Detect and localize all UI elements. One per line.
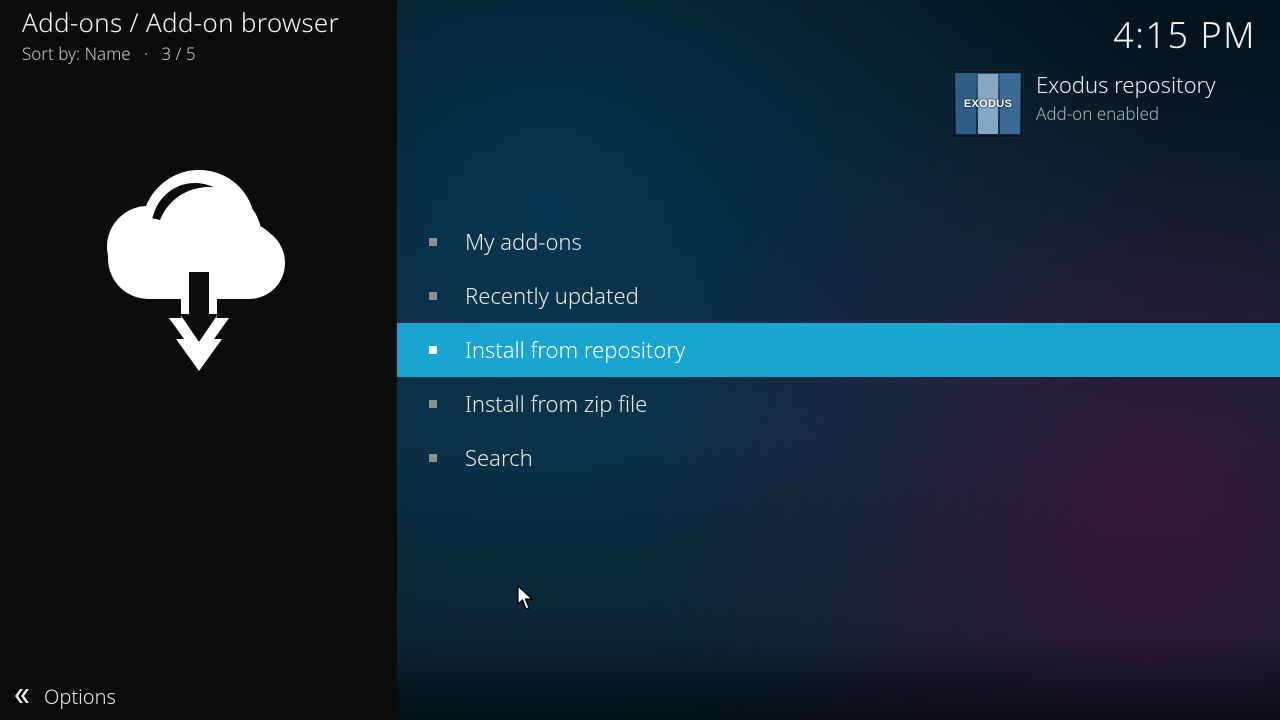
menu-item-search[interactable]: Search: [397, 431, 1280, 485]
menu-item-label: Install from zip file: [465, 389, 647, 419]
options-label[interactable]: Options: [44, 683, 116, 710]
menu-item-label: Recently updated: [465, 281, 639, 311]
sort-prefix: Sort by:: [22, 42, 80, 65]
bullet-icon: [429, 400, 437, 408]
bullet-icon: [429, 346, 437, 354]
toast-thumbnail: EXODUS: [952, 70, 1024, 138]
toast-title: Exodus repository: [1036, 70, 1216, 100]
menu-item-recently-updated[interactable]: Recently updated: [397, 269, 1280, 323]
toast-subtitle: Add-on enabled: [1036, 102, 1216, 125]
menu-item-install-from-repository[interactable]: Install from repository: [397, 323, 1280, 377]
sort-separator: ·: [135, 42, 157, 65]
menu-item-label: Install from repository: [465, 335, 685, 365]
menu-item-my-add-ons[interactable]: My add-ons: [397, 215, 1280, 269]
bullet-icon: [429, 454, 437, 462]
sidebar: Add-ons / Add-on browser Sort by: Name ·…: [0, 0, 397, 720]
list-position: 3 / 5: [161, 42, 195, 65]
sidebar-footer[interactable]: Options: [0, 672, 397, 720]
sidebar-header: Add-ons / Add-on browser Sort by: Name ·…: [0, 0, 397, 65]
bullet-icon: [429, 238, 437, 246]
sort-line: Sort by: Name · 3 / 5: [22, 42, 375, 65]
options-icon: [12, 685, 34, 707]
main-panel: 4:15 PM EXODUS Exodus repository Add-on …: [397, 0, 1280, 720]
menu-list: My add-ons Recently updated Install from r…: [397, 215, 1280, 485]
toast-thumbnail-text: EXODUS: [953, 98, 1023, 110]
toast-text: Exodus repository Add-on enabled: [1036, 70, 1216, 125]
notification-toast: EXODUS Exodus repository Add-on enabled: [952, 70, 1260, 140]
download-cloud-icon: [94, 170, 304, 380]
clock: 4:15 PM: [1113, 10, 1256, 59]
breadcrumb: Add-ons / Add-on browser: [22, 4, 375, 40]
bullet-icon: [429, 292, 437, 300]
section-icon-wrap: [0, 170, 397, 380]
sort-value[interactable]: Name: [85, 42, 131, 65]
menu-item-label: Search: [465, 443, 533, 473]
menu-item-label: My add-ons: [465, 227, 582, 257]
menu-item-install-from-zip-file[interactable]: Install from zip file: [397, 377, 1280, 431]
